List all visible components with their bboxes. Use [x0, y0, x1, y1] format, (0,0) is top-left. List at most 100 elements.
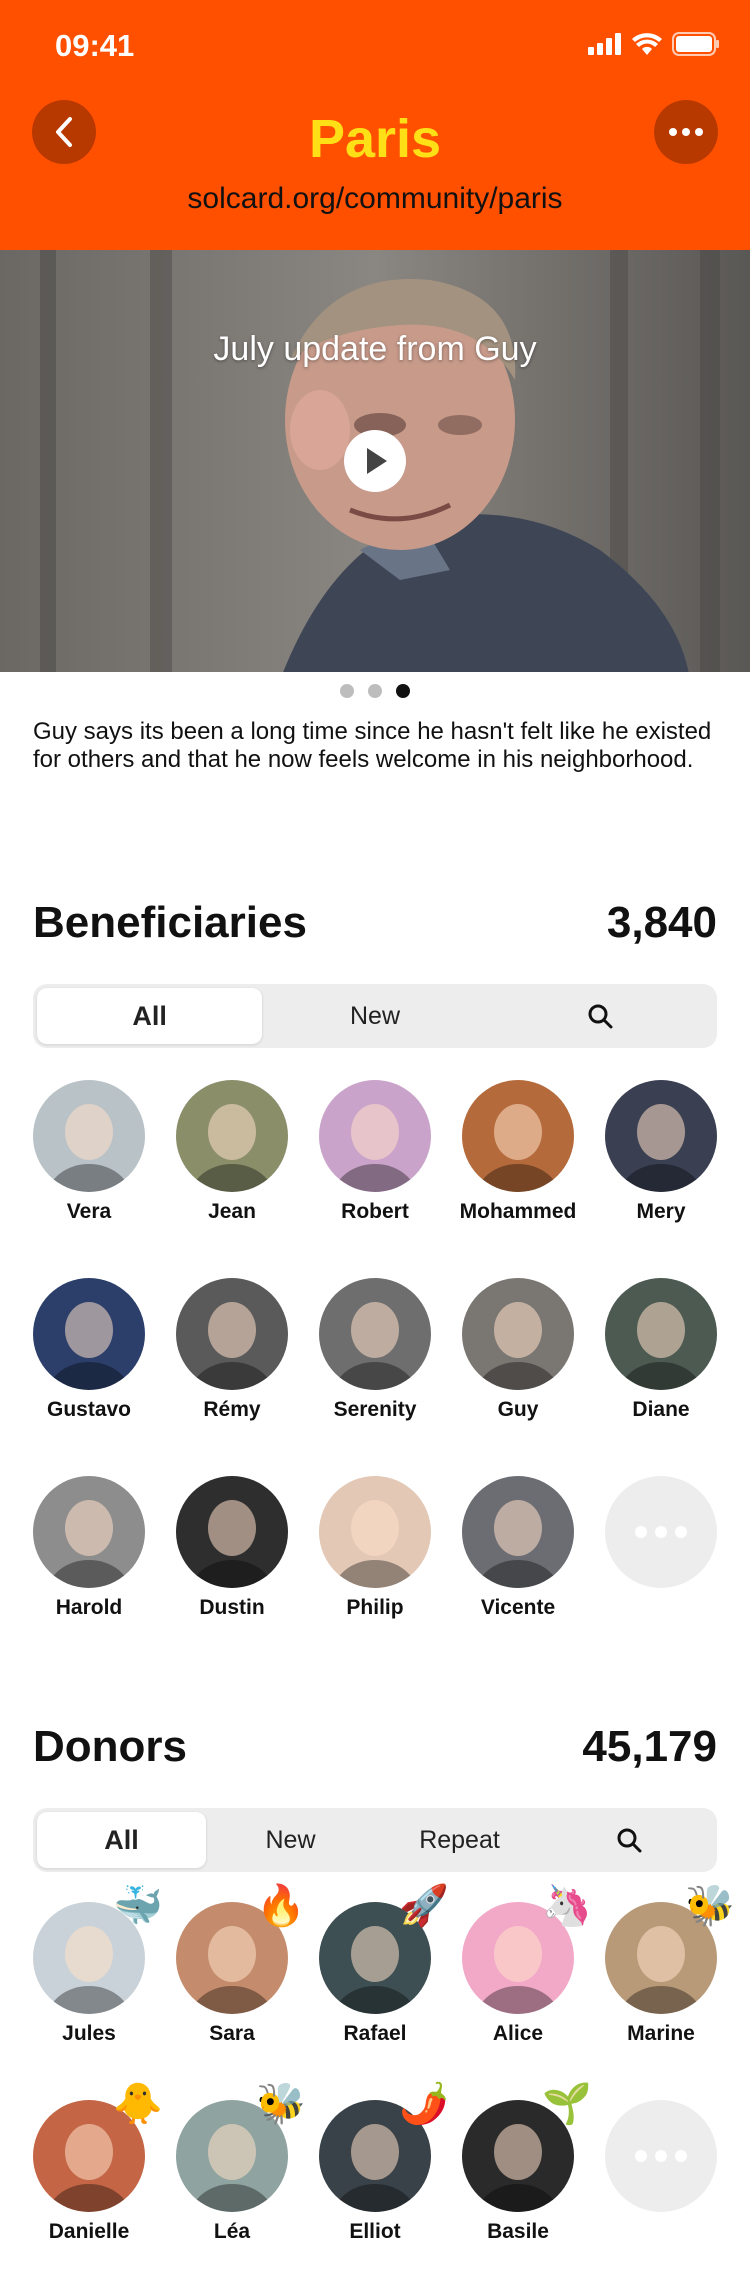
- person-name: Diane: [632, 1398, 690, 1421]
- donors-count: 45,179: [582, 1722, 717, 1771]
- donors-person[interactable]: 🐳 Jules: [33, 1886, 163, 2046]
- beneficiaries-person[interactable]: Guy: [462, 1278, 574, 1422]
- beneficiaries-filter: All New: [33, 984, 717, 1048]
- carousel-dot[interactable]: [368, 684, 382, 698]
- wifi-icon: [632, 33, 662, 55]
- avatar: [319, 1278, 431, 1390]
- avatar: [33, 1080, 145, 1192]
- badge-emoji: 🚀: [399, 1884, 449, 1928]
- person-name: Serenity: [333, 1398, 417, 1421]
- person-name: Dustin: [199, 1596, 265, 1619]
- donors-filter: All New Repeat: [33, 1808, 717, 1872]
- badge-emoji: 🐝: [685, 1884, 735, 1928]
- page-title: Paris: [308, 109, 442, 169]
- beneficiaries-person[interactable]: Robert: [319, 1080, 431, 1224]
- beneficiaries-person[interactable]: Gustavo: [33, 1278, 145, 1422]
- donors-person[interactable]: 🚀 Rafael: [319, 1886, 449, 2046]
- person-name: Philip: [346, 1596, 404, 1619]
- person-name: Elliot: [349, 2220, 401, 2243]
- donors-title: Donors: [33, 1722, 187, 1771]
- beneficiaries-person[interactable]: Jean: [176, 1080, 288, 1224]
- badge-emoji: 🐥: [113, 2082, 163, 2126]
- donors-person[interactable]: 🔥 Sara: [176, 1886, 306, 2046]
- donors-person[interactable]: 🌶️ Elliot: [319, 2084, 449, 2244]
- person-name: Harold: [55, 1596, 123, 1619]
- tab-search[interactable]: [488, 988, 713, 1044]
- donors-grid: 🐳 Jules 🔥 Sara 🚀 Rafael 🦄 Alice 🐝 Marine 🐥 Danielle…: [33, 1886, 735, 2244]
- avatar: [462, 1278, 574, 1390]
- donors-person[interactable]: 🦄 Alice: [462, 1886, 592, 2046]
- person-name: Vera: [66, 1200, 112, 1223]
- beneficiaries-person[interactable]: Philip: [319, 1476, 431, 1620]
- person-name: Gustavo: [46, 1398, 132, 1421]
- beneficiaries-person[interactable]: Vicente: [462, 1476, 574, 1620]
- avatar: [605, 1278, 717, 1390]
- person-name: Vicente: [480, 1596, 556, 1619]
- story-text: Guy says its been a long time since he h…: [33, 718, 712, 773]
- beneficiaries-more-button[interactable]: [605, 1476, 717, 1620]
- header: 09:41 Paris solcard.org/community/paris: [0, 0, 750, 250]
- person-name: Mohammed: [459, 1200, 577, 1223]
- avatar: [319, 1080, 431, 1192]
- person-name: Léa: [213, 2220, 251, 2243]
- badge-emoji: 🦄: [542, 1884, 592, 1928]
- person-name: Jean: [208, 1200, 256, 1223]
- badge-emoji: 🌱: [542, 2082, 592, 2126]
- person-name: Danielle: [48, 2220, 130, 2243]
- signal-icon: [588, 33, 621, 55]
- status-time: 09:41: [55, 28, 135, 63]
- donors-person[interactable]: 🌱 Basile: [462, 2084, 592, 2244]
- carousel-dot[interactable]: [340, 684, 354, 698]
- beneficiaries-person[interactable]: Serenity: [319, 1278, 431, 1422]
- play-icon: [367, 448, 387, 474]
- avatar: [462, 1476, 574, 1588]
- avatar: [176, 1476, 288, 1588]
- badge-emoji: 🐝: [256, 2082, 306, 2126]
- tab-new[interactable]: New: [262, 988, 487, 1044]
- beneficiaries-person[interactable]: Harold: [33, 1476, 145, 1620]
- beneficiaries-grid: Vera Jean Robert Mohammed Mery Gustavo Rémy Ser…: [33, 1080, 717, 1620]
- donors-person[interactable]: 🐝 Marine: [605, 1886, 735, 2046]
- donors-person[interactable]: 🐝 Léa: [176, 2084, 306, 2244]
- person-name: Guy: [497, 1398, 539, 1421]
- play-button[interactable]: [344, 430, 406, 492]
- donors-person[interactable]: 🐥 Danielle: [33, 2084, 163, 2244]
- carousel-dots[interactable]: [0, 684, 750, 698]
- ellipsis-icon: [605, 2100, 717, 2212]
- beneficiaries-title: Beneficiaries: [33, 898, 307, 947]
- hero-video[interactable]: July update from Guy: [0, 250, 750, 672]
- tab-all[interactable]: All: [37, 1812, 206, 1868]
- tab-repeat[interactable]: Repeat: [375, 1812, 544, 1868]
- person-name: Jules: [62, 2022, 116, 2045]
- person-name: Marine: [627, 2022, 695, 2045]
- battery-icon: [672, 32, 719, 56]
- avatar: [176, 1278, 288, 1390]
- donors-more-button[interactable]: [605, 2100, 717, 2244]
- person-name: Basile: [487, 2220, 549, 2243]
- tab-all[interactable]: All: [37, 988, 263, 1044]
- community-url[interactable]: solcard.org/community/paris: [0, 182, 750, 216]
- hero-caption: July update from Guy: [213, 330, 537, 368]
- person-name: Sara: [209, 2022, 255, 2045]
- person-name: Rafael: [343, 2022, 407, 2045]
- status-icons: [588, 32, 720, 56]
- person-name: Robert: [341, 1200, 409, 1223]
- person-name: Mery: [636, 1200, 686, 1223]
- search-icon: [588, 1004, 613, 1029]
- beneficiaries-person[interactable]: Vera: [33, 1080, 145, 1224]
- search-icon: [617, 1828, 641, 1853]
- beneficiaries-count: 3,840: [606, 898, 717, 947]
- carousel-dot-active[interactable]: [396, 684, 410, 698]
- tab-new[interactable]: New: [206, 1812, 375, 1868]
- badge-emoji: 🔥: [256, 1884, 306, 1928]
- beneficiaries-person[interactable]: Diane: [605, 1278, 717, 1422]
- badge-emoji: 🐳: [113, 1884, 163, 1928]
- avatar: [176, 1080, 288, 1192]
- beneficiaries-person[interactable]: Rémy: [176, 1278, 288, 1422]
- person-name: Alice: [492, 2022, 544, 2045]
- beneficiaries-person[interactable]: Mohammed: [459, 1080, 577, 1224]
- beneficiaries-person[interactable]: Dustin: [176, 1476, 288, 1620]
- beneficiaries-person[interactable]: Mery: [605, 1080, 717, 1224]
- tab-search[interactable]: [544, 1812, 713, 1868]
- more-button[interactable]: [654, 100, 718, 164]
